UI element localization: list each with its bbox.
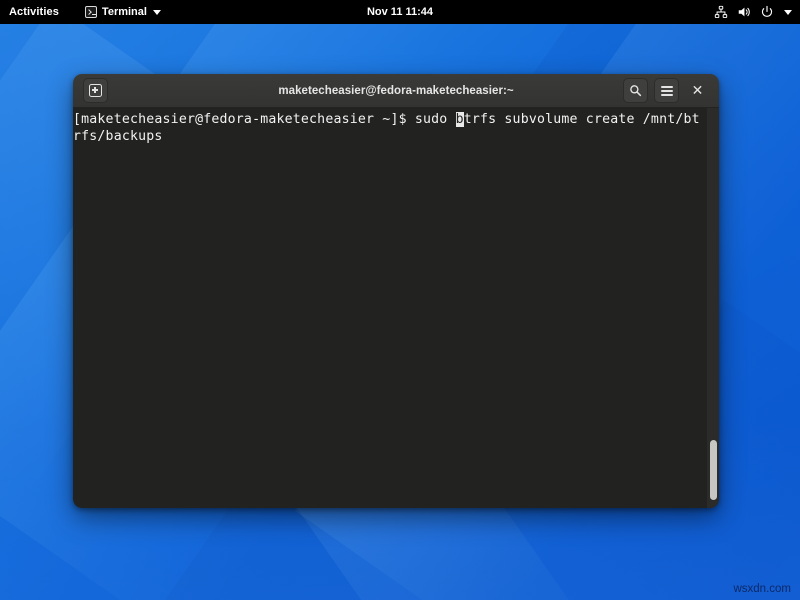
shell-prompt: [maketecheasier@fedora-maketecheasier ~]… [73,112,415,127]
scrollbar-thumb[interactable] [710,440,717,500]
terminal-output: [maketecheasier@fedora-maketecheasier ~]… [73,111,707,145]
new-tab-icon [89,84,102,97]
activities-label: Activities [9,6,59,18]
activities-button[interactable]: Activities [0,0,69,24]
search-icon [629,84,642,97]
chevron-down-icon [784,10,792,15]
terminal-body[interactable]: [maketecheasier@fedora-maketecheasier ~]… [73,108,719,508]
power-icon [760,5,774,19]
terminal-window: maketecheasier@fedora-maketecheasier:~ ✕ [73,74,719,508]
network-icon [714,5,728,19]
terminal-icon [85,6,97,18]
close-button[interactable]: ✕ [685,78,710,103]
new-tab-button[interactable] [83,78,108,103]
top-bar-left-group: Activities Terminal [0,0,169,24]
gnome-top-bar: Activities Terminal Nov 11 11:44 [0,0,800,24]
terminal-title-bar[interactable]: maketecheasier@fedora-maketecheasier:~ ✕ [73,74,719,108]
text-cursor: b [456,112,464,127]
clock-label: Nov 11 11:44 [367,6,433,18]
menu-button[interactable] [654,78,679,103]
command-text-before-cursor: sudo [415,112,456,127]
system-status-menu[interactable] [714,0,800,24]
hamburger-menu-icon [661,86,673,96]
desktop-screen: Activities Terminal Nov 11 11:44 [0,0,800,600]
title-bar-controls: ✕ [623,78,713,103]
app-menu-terminal[interactable]: Terminal [77,0,169,24]
chevron-down-icon [153,10,161,15]
search-button[interactable] [623,78,648,103]
close-icon: ✕ [692,84,704,98]
app-menu-label: Terminal [102,6,147,18]
terminal-scrollbar[interactable] [707,108,719,508]
volume-icon [737,5,751,19]
